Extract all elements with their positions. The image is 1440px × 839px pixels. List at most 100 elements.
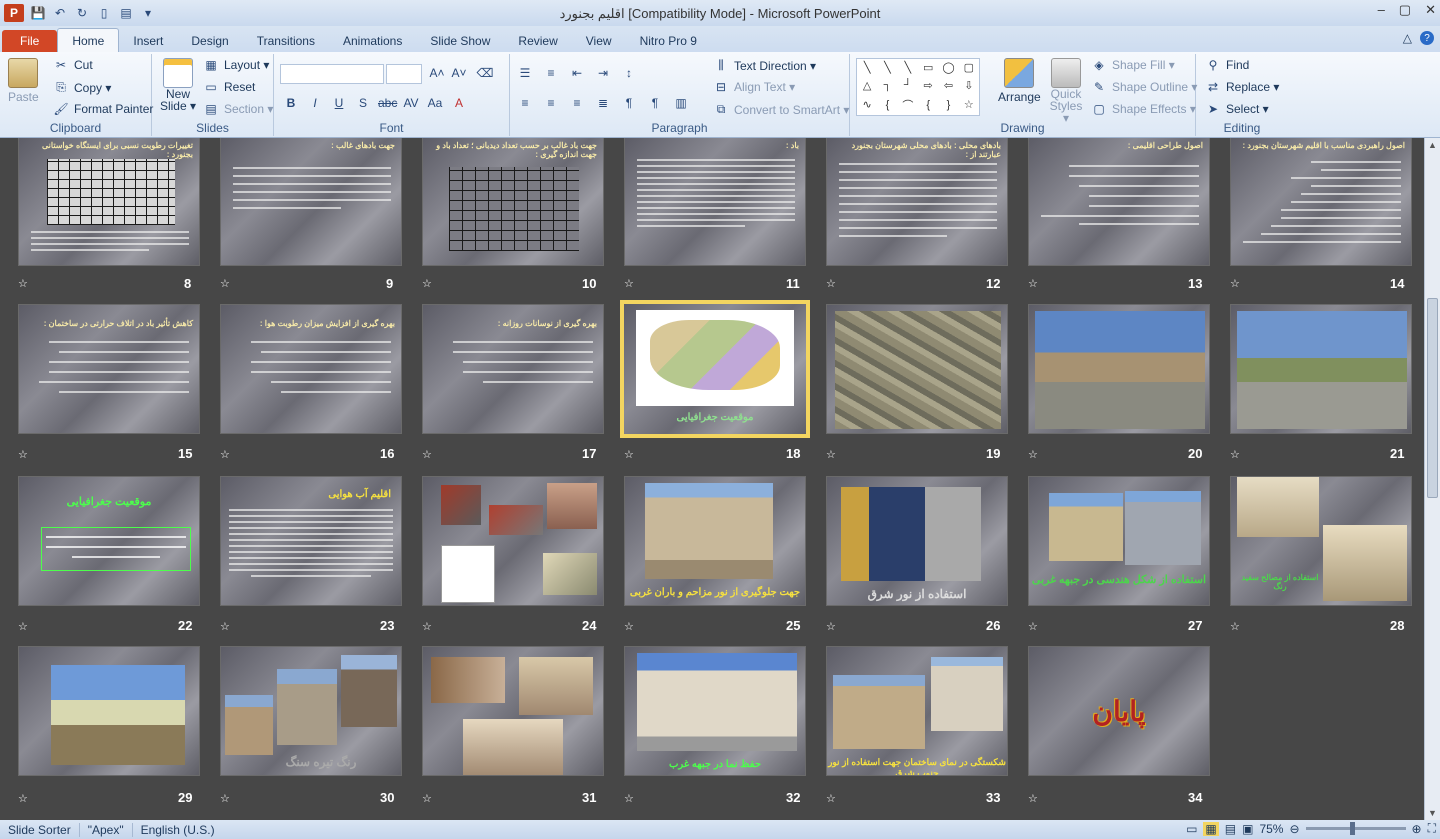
decrease-indent-icon[interactable]: ⇤ <box>568 66 586 80</box>
transition-star-icon[interactable]: ☆ <box>1230 620 1240 633</box>
slide-thumbnail[interactable]: اقلیم آب هوایی <box>220 476 402 606</box>
align-left-icon[interactable]: ≡ <box>516 96 534 110</box>
tab-file[interactable]: File <box>2 30 58 52</box>
zoom-slider[interactable] <box>1305 822 1406 835</box>
slide-thumbnail[interactable]: جهت جلوگیری از نور مزاحم و باران غربی <box>624 476 806 606</box>
help-icon[interactable]: ? <box>1420 31 1434 45</box>
slide-thumbnail[interactable]: پایان <box>1028 646 1210 776</box>
transition-star-icon[interactable]: ☆ <box>1028 620 1038 633</box>
transition-star-icon[interactable]: ☆ <box>422 277 432 290</box>
slide-thumbnail[interactable]: رنگ تیره سنگ <box>220 646 402 776</box>
slide-thumbnail[interactable]: باد : <box>624 138 806 266</box>
zoom-level[interactable]: 75% <box>1259 822 1283 836</box>
rtl-icon[interactable]: ¶ <box>620 96 638 110</box>
slide-thumbnail[interactable] <box>422 476 604 606</box>
slide-thumbnail[interactable]: کاهش تأثیر باد در اتلاف حرارتی در ساختما… <box>18 304 200 434</box>
cut-button[interactable]: ✂ Cut <box>52 58 93 72</box>
shape-outline-button[interactable]: ✎ Shape Outline ▾ <box>1090 80 1197 94</box>
shape-fill-button[interactable]: ◈ Shape Fill ▾ <box>1090 58 1174 72</box>
slide-thumbnail[interactable]: بهره گیری از افزایش میزان رطوبت هوا : <box>220 304 402 434</box>
transition-star-icon[interactable]: ☆ <box>1230 448 1240 461</box>
normal-view-icon[interactable]: ▭ <box>1186 822 1197 836</box>
slide-thumbnail[interactable]: استفاده از شکل هندسی در جبهه غربی <box>1028 476 1210 606</box>
transition-star-icon[interactable]: ☆ <box>422 792 432 805</box>
curve-shape-icon[interactable]: ∿ <box>863 98 872 111</box>
minimize-button[interactable]: – <box>1378 2 1385 18</box>
vertical-scrollbar[interactable]: ▲ ▼ <box>1424 138 1440 820</box>
arrow-down-shape-icon[interactable]: ⇩ <box>964 79 973 92</box>
transition-star-icon[interactable]: ☆ <box>220 620 230 633</box>
line-shape-icon[interactable]: ╲ <box>905 61 912 74</box>
slide-thumbnail[interactable]: حفظ نما در جبهه غرب <box>624 646 806 776</box>
slide-show-view-icon[interactable]: ▣ <box>1242 822 1253 836</box>
align-text-button[interactable]: ⊟ Align Text ▾ <box>712 80 795 94</box>
tab-transitions[interactable]: Transitions <box>243 30 329 52</box>
layout-button[interactable]: ▦ Layout ▾ <box>202 58 269 72</box>
slide-thumbnail[interactable]: بادهای محلی : بادهای محلی شهرستان بجنورد… <box>826 138 1008 266</box>
italic-icon[interactable]: I <box>306 96 324 110</box>
tab-review[interactable]: Review <box>504 30 571 52</box>
transition-star-icon[interactable]: ☆ <box>826 792 836 805</box>
new-slide-button[interactable]: New Slide ▾ <box>158 58 198 112</box>
slide-thumbnail[interactable]: موقعیت جغرافیایی <box>18 476 200 606</box>
brace-shape-icon[interactable]: } <box>947 99 951 111</box>
copy-button[interactable]: ⎘ Copy ▾ <box>52 80 111 95</box>
arrow-left-shape-icon[interactable]: ⇦ <box>944 79 953 92</box>
bold-icon[interactable]: B <box>282 96 300 110</box>
slide-thumbnail[interactable]: اصول راهبردی مناسب با اقلیم شهرستان بجنو… <box>1230 138 1412 266</box>
zoom-in-icon[interactable]: ⊕ <box>1412 822 1422 836</box>
zoom-out-icon[interactable]: ⊖ <box>1289 822 1299 836</box>
align-right-icon[interactable]: ≡ <box>568 96 586 110</box>
brace-shape-icon[interactable]: { <box>886 99 890 111</box>
increase-indent-icon[interactable]: ⇥ <box>594 66 612 80</box>
arrange-button[interactable]: Arrange <box>998 58 1041 104</box>
slide-sorter-view-icon[interactable]: ▦ <box>1203 821 1219 836</box>
convert-smartart-button[interactable]: ⧉ Convert to SmartArt ▾ <box>712 102 850 117</box>
slide-sorter-pane[interactable]: تغییرات رطوبت نسبی برای ایستگاه خواستانی… <box>0 138 1424 820</box>
replace-button[interactable]: ⇄ Replace ▾ <box>1204 80 1279 94</box>
shrink-font-button[interactable]: A˅ <box>450 66 468 80</box>
slide-thumbnail-selected[interactable]: موقعیت جغرافیایی <box>620 300 810 438</box>
tab-design[interactable]: Design <box>177 30 242 52</box>
change-case-icon[interactable]: Aa <box>426 96 444 110</box>
tab-nitro[interactable]: Nitro Pro 9 <box>626 30 711 52</box>
transition-star-icon[interactable]: ☆ <box>422 448 432 461</box>
align-center-icon[interactable]: ≡ <box>542 96 560 110</box>
character-spacing-icon[interactable]: AV <box>402 96 420 110</box>
select-button[interactable]: ➤ Select ▾ <box>1204 102 1269 116</box>
tab-animations[interactable]: Animations <box>329 30 416 52</box>
transition-star-icon[interactable]: ☆ <box>624 792 634 805</box>
tab-home[interactable]: Home <box>57 28 120 52</box>
transition-star-icon[interactable]: ☆ <box>624 620 634 633</box>
reset-button[interactable]: ▭ Reset <box>202 80 255 94</box>
transition-star-icon[interactable]: ☆ <box>18 620 28 633</box>
transition-star-icon[interactable]: ☆ <box>220 277 230 290</box>
triangle-shape-icon[interactable]: △ <box>863 79 871 92</box>
font-name-input[interactable] <box>280 64 384 84</box>
slide-thumbnail[interactable] <box>1028 304 1210 434</box>
clear-formatting-button[interactable]: ⌫ <box>476 66 494 80</box>
slide-thumbnail[interactable]: جهت بادهای غالب : <box>220 138 402 266</box>
scroll-up-icon[interactable]: ▲ <box>1428 140 1437 150</box>
bullets-icon[interactable]: ☰ <box>516 66 534 80</box>
transition-star-icon[interactable]: ☆ <box>220 792 230 805</box>
strikethrough-icon[interactable]: abc <box>378 96 397 110</box>
shapes-gallery[interactable]: ╲ ╲ ╲ ▭ ◯ ▢ △ ┐ ┘ ⇨ ⇦ ⇩ ∿ {⌒ {} ☆ <box>856 58 980 116</box>
slide-thumbnail[interactable]: بهره گیری از نوسانات روزانه : <box>422 304 604 434</box>
slide-thumbnail[interactable]: استفاده از نور شرق <box>826 476 1008 606</box>
transition-star-icon[interactable]: ☆ <box>1230 277 1240 290</box>
transition-star-icon[interactable]: ☆ <box>220 448 230 461</box>
transition-star-icon[interactable]: ☆ <box>1028 277 1038 290</box>
numbering-icon[interactable]: ≡ <box>542 66 560 80</box>
slide-thumbnail[interactable] <box>826 304 1008 434</box>
line-shape-icon[interactable]: ╲ <box>864 61 871 74</box>
shape-effects-button[interactable]: ▢ Shape Effects ▾ <box>1090 102 1196 116</box>
arrow-right-shape-icon[interactable]: ⇨ <box>924 79 933 92</box>
slide-thumbnail[interactable]: جهت باد غالب بر حسب تعداد دیدبانی ؛ تعدا… <box>422 138 604 266</box>
text-direction-button[interactable]: ⫼ Text Direction ▾ <box>712 58 816 73</box>
minimize-ribbon-icon[interactable]: △ <box>1403 31 1412 45</box>
tab-insert[interactable]: Insert <box>119 30 177 52</box>
transition-star-icon[interactable]: ☆ <box>826 448 836 461</box>
star-shape-icon[interactable]: ☆ <box>964 98 974 111</box>
scroll-down-icon[interactable]: ▼ <box>1428 808 1437 818</box>
